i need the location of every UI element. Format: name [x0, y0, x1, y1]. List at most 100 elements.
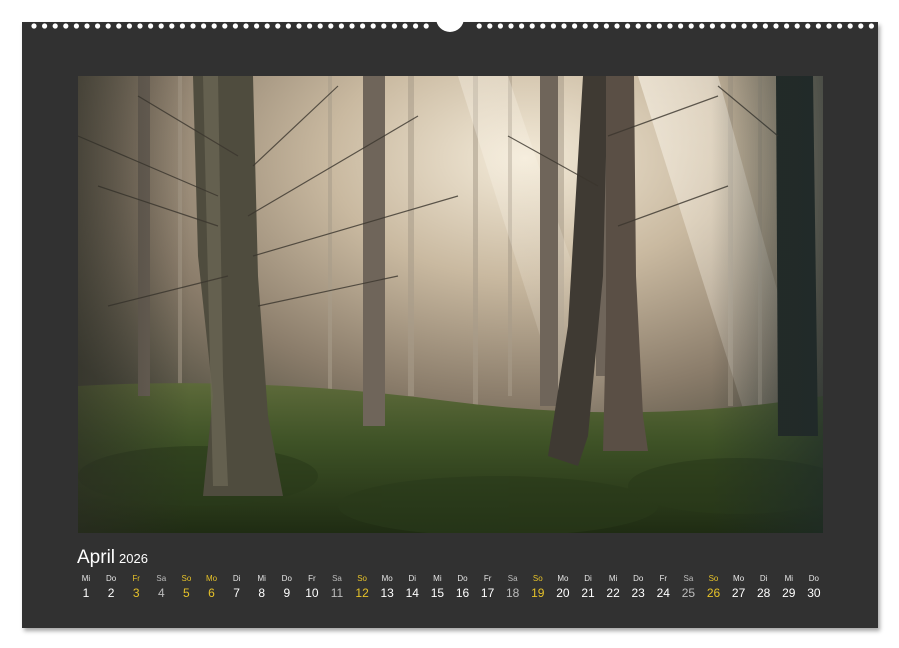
weekday-label: Sa	[332, 574, 342, 583]
binding-hole	[476, 23, 482, 29]
binding-hole	[243, 23, 249, 29]
weekday-label: Do	[457, 574, 468, 583]
calendar-day: Fr 10	[299, 572, 325, 601]
binding-hole	[678, 23, 684, 29]
binding-hole	[794, 23, 800, 29]
day-strip: Mi 1 Do 2 Fr 3 Sa 4 So 5 Mo 6 Di 7 Mi 8 Do 9 Fr 10 Sa 11 So 12 M…	[73, 572, 828, 612]
binding-hole	[169, 23, 175, 29]
binding-hole	[73, 23, 79, 29]
binding-hole	[625, 23, 631, 29]
day-number: 22	[606, 586, 620, 600]
weekday-label: Fr	[132, 574, 140, 583]
weekday-label: Di	[759, 574, 768, 583]
binding-hole	[391, 23, 397, 29]
binding-hole	[201, 23, 207, 29]
calendar-day: Di 7	[224, 572, 250, 601]
calendar-day: So 26	[701, 572, 727, 601]
calendar-day: Mi 22	[600, 572, 626, 601]
day-number: 12	[355, 586, 369, 600]
month-title: April 2026	[77, 547, 148, 569]
day-number: 10	[305, 586, 319, 600]
day-number: 13	[380, 586, 394, 600]
calendar-day: Di 28	[751, 572, 777, 601]
day-number: 19	[531, 586, 545, 600]
weekday-label: Di	[584, 574, 592, 583]
binding-hole	[264, 23, 270, 29]
calendar-day: Mi 1	[73, 572, 99, 601]
day-number: 4	[157, 586, 165, 600]
binding-hole	[858, 23, 864, 29]
year-label: 2026	[119, 551, 148, 566]
binding-hole	[741, 23, 747, 29]
weekday-label: Sa	[156, 574, 167, 583]
day-number: 16	[455, 586, 470, 600]
calendar-day: Mo 13	[374, 572, 400, 601]
day-number: 26	[706, 586, 721, 600]
weekday-label: Sa	[683, 574, 694, 583]
binding-hole	[328, 23, 334, 29]
day-number: 29	[782, 586, 796, 600]
weekday-label: Mi	[784, 574, 794, 583]
binding-hole	[656, 23, 663, 29]
binding-hole	[413, 23, 419, 29]
binding-hole	[561, 23, 567, 29]
month-name: April	[77, 547, 116, 568]
weekday-label: Fr	[659, 574, 668, 583]
binding-hole	[847, 23, 853, 29]
binding-hole	[126, 23, 132, 29]
binding-hole	[720, 23, 726, 29]
calendar-day: Di 14	[399, 572, 425, 601]
binding-hole	[105, 23, 111, 29]
hanger-notch	[436, 18, 464, 32]
binding-hole	[572, 23, 578, 29]
weekday-label: Mo	[381, 574, 393, 583]
calendar-day: Sa 25	[675, 572, 701, 601]
binding-hole	[497, 23, 503, 29]
binding-hole	[158, 23, 164, 29]
calendar-day: Mi 8	[249, 572, 275, 601]
calendar-day: Mo 20	[550, 572, 576, 601]
binding-hole	[254, 23, 260, 29]
day-number: 7	[233, 586, 240, 600]
binding-hole	[402, 23, 408, 29]
binding-hole	[762, 23, 769, 29]
calendar-day: Do 2	[98, 572, 124, 601]
calendar-day: Fr 17	[475, 572, 501, 601]
binding-hole	[338, 23, 344, 29]
weekday-label: So	[708, 574, 719, 583]
calendar-day: Di 21	[575, 572, 601, 601]
binding-hole	[635, 23, 641, 29]
binding-hole	[275, 23, 281, 29]
day-number: 18	[506, 586, 520, 600]
weekday-label: Do	[633, 574, 644, 583]
weekday-label: Mi	[257, 574, 266, 583]
day-number: 14	[405, 586, 419, 600]
day-number: 28	[757, 586, 771, 600]
binding-hole	[179, 23, 185, 29]
binding-hole	[95, 23, 101, 29]
binding-hole	[784, 23, 790, 29]
weekday-label: So	[532, 574, 543, 583]
day-number: 9	[283, 586, 291, 600]
day-number: 25	[681, 586, 696, 600]
day-number: 6	[208, 586, 215, 600]
calendar-day: Fr 24	[650, 572, 676, 601]
day-number: 3	[132, 586, 140, 600]
binding-hole	[837, 23, 843, 29]
binding-hole	[360, 23, 366, 29]
day-number: 17	[480, 586, 495, 600]
calendar-day: Mi 15	[424, 572, 450, 601]
weekday-label: So	[357, 574, 367, 583]
weekday-label: Mi	[433, 574, 442, 583]
binding-hole	[370, 23, 376, 29]
binding-hole	[381, 23, 387, 29]
binding-hole	[63, 23, 69, 29]
calendar-day: Fr 3	[123, 572, 149, 601]
calendar-day: So 19	[525, 572, 551, 601]
calendar-day: Sa 4	[148, 572, 174, 601]
weekday-label: Di	[408, 574, 417, 583]
day-number: 5	[183, 586, 190, 600]
binding-hole	[519, 23, 525, 29]
binding-hole	[688, 23, 694, 29]
weekday-label: So	[181, 574, 192, 583]
